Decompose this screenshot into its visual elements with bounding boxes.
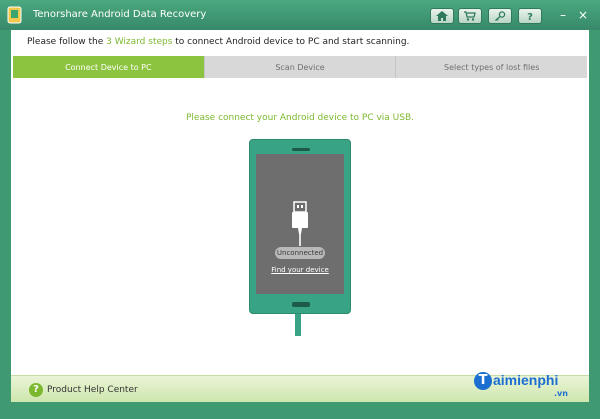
- watermark-initial: T: [474, 372, 492, 390]
- cart-button[interactable]: [458, 8, 482, 24]
- connect-instruction: Please connect your Android device to PC…: [186, 113, 414, 123]
- phone-home-button: [292, 302, 310, 307]
- minimize-button[interactable]: –: [556, 8, 570, 22]
- wizard-instructions: Please follow the 3 Wizard steps to conn…: [27, 37, 409, 47]
- wizard-steps-bar: Connect Device to PC Scan Device Select …: [13, 56, 588, 78]
- usb-cable: [295, 314, 301, 336]
- usb-icon: [292, 201, 308, 246]
- app-title: Tenorshare Android Data Recovery: [33, 9, 207, 20]
- app-window: Tenorshare Android Data Recovery ? – × P…: [0, 0, 600, 419]
- watermark-suffix: .vn: [554, 389, 568, 398]
- svg-text:?: ?: [527, 12, 533, 21]
- home-icon: [436, 11, 448, 21]
- watermark-logo: T aimienphi .vn: [474, 370, 584, 402]
- phone-speaker: [292, 148, 310, 151]
- register-button[interactable]: [488, 8, 512, 24]
- app-logo-icon: [7, 6, 22, 24]
- cart-icon: [464, 11, 476, 21]
- question-icon[interactable]: ?: [29, 383, 43, 397]
- phone-illustration: Unconnected Find your device: [249, 139, 351, 314]
- main-panel: Please follow the 3 Wizard steps to conn…: [11, 30, 589, 402]
- connection-status-badge: Unconnected: [275, 247, 325, 259]
- home-button[interactable]: [430, 8, 454, 24]
- wizard-steps-link: 3 Wizard steps: [106, 37, 173, 47]
- key-icon: [495, 11, 506, 21]
- find-device-link[interactable]: Find your device: [256, 266, 344, 274]
- phone-screen: Unconnected Find your device: [256, 154, 344, 294]
- step-connect-device: Connect Device to PC: [13, 56, 204, 78]
- product-help-center-link[interactable]: Product Help Center: [47, 385, 138, 395]
- step-scan-device: Scan Device: [203, 56, 396, 78]
- watermark-text: aimienphi: [493, 372, 559, 388]
- instructions-suffix: to connect Android device to PC and star…: [172, 37, 410, 47]
- step-select-file-types: Select types of lost files: [395, 56, 588, 78]
- instructions-prefix: Please follow the: [27, 37, 107, 47]
- help-icon: ?: [527, 12, 533, 21]
- close-button[interactable]: ×: [576, 8, 590, 22]
- title-bar: Tenorshare Android Data Recovery ? – ×: [0, 0, 600, 30]
- help-button[interactable]: ?: [518, 8, 542, 24]
